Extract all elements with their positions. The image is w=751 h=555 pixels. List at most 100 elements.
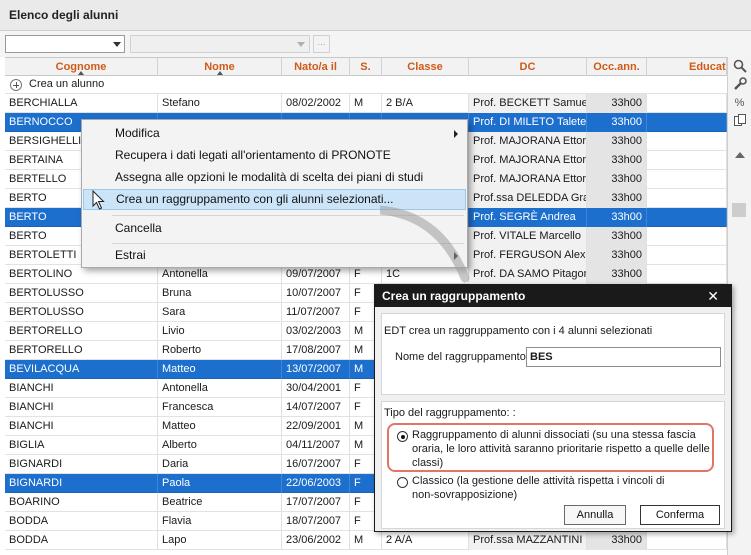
cell-educat [647, 531, 727, 550]
cell-dc: Prof. DI MILETO Talete [469, 113, 587, 132]
more-button[interactable]: ... [313, 35, 330, 53]
scrollbar-thumb[interactable] [732, 203, 746, 217]
cell-cognome: BERTOLUSSO [5, 284, 158, 303]
cell-nome: Antonella [158, 379, 282, 398]
col-header-sesso[interactable]: S. [350, 58, 382, 76]
percent-icon[interactable]: % [731, 95, 748, 112]
cell-nato: 14/07/2007 [282, 398, 350, 417]
cell-cognome: BIANCHI [5, 379, 158, 398]
col-header-occ[interactable]: Occ.ann. [587, 58, 647, 76]
cell-occ: 33h00 [587, 132, 647, 151]
cell-nato: 17/08/2007 [282, 341, 350, 360]
confirm-button[interactable]: Conferma [640, 505, 720, 525]
cell-educat [647, 246, 727, 265]
col-header-educat[interactable]: Educat [647, 58, 727, 76]
cell-nato: 13/07/2007 [282, 360, 350, 379]
create-student-label: Crea un alunno [29, 78, 105, 90]
menu-item-recupera[interactable]: Recupera i dati legati all'orientamento … [83, 145, 466, 166]
cell-nome: Daria [158, 455, 282, 474]
radio-classico[interactable] [397, 477, 408, 488]
cell-nome: Bruna [158, 284, 282, 303]
wrench-icon[interactable] [731, 77, 748, 94]
cell-dc: Prof. VITALE Marcello [469, 227, 587, 246]
cell-nome: Paola [158, 474, 282, 493]
radio-dissociati[interactable] [397, 431, 408, 442]
cell-dc: Prof. MAJORANA Ettore [469, 132, 587, 151]
window-title: Elenco degli alunni [9, 8, 119, 22]
cell-cognome: BIANCHI [5, 417, 158, 436]
cell-dc: Prof. MAJORANA Ettore [469, 151, 587, 170]
grid-header: Cognome Nome Nato/a il S. Classe DC Occ.… [5, 57, 727, 76]
create-group-dialog: Crea un raggruppamento ✕ EDT crea un rag… [374, 284, 732, 532]
cell-cognome: BOARINO [5, 493, 158, 512]
cell-cognome: BERTORELLO [5, 341, 158, 360]
menu-item-assegna[interactable]: Assegna alle opzioni le modalità di scel… [83, 167, 466, 188]
cell-classe: 2 B/A [382, 94, 469, 113]
cell-cognome: BODDA [5, 531, 158, 550]
create-student-row[interactable]: Crea un alunno [5, 76, 727, 94]
table-row[interactable]: BODDA Lapo 23/06/2002 M 2 A/A Prof.ssa MAZZAN… [5, 531, 727, 550]
cell-educat [647, 170, 727, 189]
cell-occ: 33h00 [587, 170, 647, 189]
cell-occ: 33h00 [587, 94, 647, 113]
cell-nato: 04/11/2007 [282, 436, 350, 455]
cell-occ: 33h00 [587, 189, 647, 208]
filter-combo-1[interactable] [5, 35, 125, 53]
cell-educat [647, 227, 727, 246]
cell-dc: Prof. BECKETT Samuel [469, 94, 587, 113]
cell-educat [647, 151, 727, 170]
flow-arrow-icon [380, 205, 470, 283]
group-type-label: Tipo del raggruppamento: : [384, 407, 516, 419]
close-icon[interactable]: ✕ [707, 288, 719, 305]
col-header-nato[interactable]: Nato/a il [282, 58, 350, 76]
cell-educat [647, 94, 727, 113]
table-row[interactable]: BERCHIALLA Stefano 08/02/2002 M 2 B/A Prof. B… [5, 94, 727, 113]
col-header-dc[interactable]: DC [469, 58, 587, 76]
option-dissociati-line-3: classi) [412, 457, 444, 469]
cell-classe: 2 A/A [382, 531, 469, 550]
dialog-title-bar: Crea un raggruppamento ✕ [375, 285, 731, 307]
cell-educat [647, 265, 727, 284]
cell-cognome: BIANCHI [5, 398, 158, 417]
cell-cognome: BODDA [5, 512, 158, 531]
menu-item-modifica[interactable]: Modifica [83, 123, 466, 144]
cell-dc: Prof. SEGRÈ Andrea [469, 208, 587, 227]
cell-cognome: BIGLIA [5, 436, 158, 455]
sort-ascending-icon [216, 71, 223, 75]
search-icon[interactable] [731, 59, 748, 76]
cell-educat [647, 113, 727, 132]
copy-icon[interactable] [731, 113, 748, 130]
cell-nato: 10/07/2007 [282, 284, 350, 303]
filter-combo-2[interactable] [130, 35, 310, 53]
cell-nato: 08/02/2002 [282, 94, 350, 113]
cell-occ: 33h00 [587, 208, 647, 227]
cell-cognome: BERTORELLO [5, 322, 158, 341]
cell-occ: 33h00 [587, 265, 647, 284]
col-header-nome[interactable]: Nome [158, 58, 282, 76]
cell-nato: 23/06/2002 [282, 531, 350, 550]
cell-cognome: BIGNARDI [5, 474, 158, 493]
col-header-classe[interactable]: Classe [382, 58, 469, 76]
group-name-label: Nome del raggruppamento : [395, 351, 532, 363]
cell-nome: Sara [158, 303, 282, 322]
chevron-right-icon [454, 130, 458, 138]
cell-nato: 17/07/2007 [282, 493, 350, 512]
cell-occ: 33h00 [587, 531, 647, 550]
group-name-input[interactable]: BES [526, 347, 721, 367]
cell-nato: 16/07/2007 [282, 455, 350, 474]
cell-nato: 30/04/2001 [282, 379, 350, 398]
cancel-button[interactable]: Annulla [564, 505, 626, 525]
cell-nato: 18/07/2007 [282, 512, 350, 531]
option-dissociati-line-2: oraria, le loro attività saranno priorit… [412, 443, 710, 455]
cell-occ: 33h00 [587, 151, 647, 170]
cell-nato: 22/09/2001 [282, 417, 350, 436]
cell-cognome: BERCHIALLA [5, 94, 158, 113]
dialog-info-text: EDT crea un raggruppamento con i 4 alunn… [384, 325, 653, 337]
cell-cognome: BERTOLUSSO [5, 303, 158, 322]
cell-educat [647, 189, 727, 208]
cell-nome: Beatrice [158, 493, 282, 512]
cell-cognome: BIGNARDI [5, 455, 158, 474]
cell-occ: 33h00 [587, 246, 647, 265]
scroll-up-icon[interactable] [735, 152, 745, 158]
col-header-cognome[interactable]: Cognome [5, 58, 158, 76]
